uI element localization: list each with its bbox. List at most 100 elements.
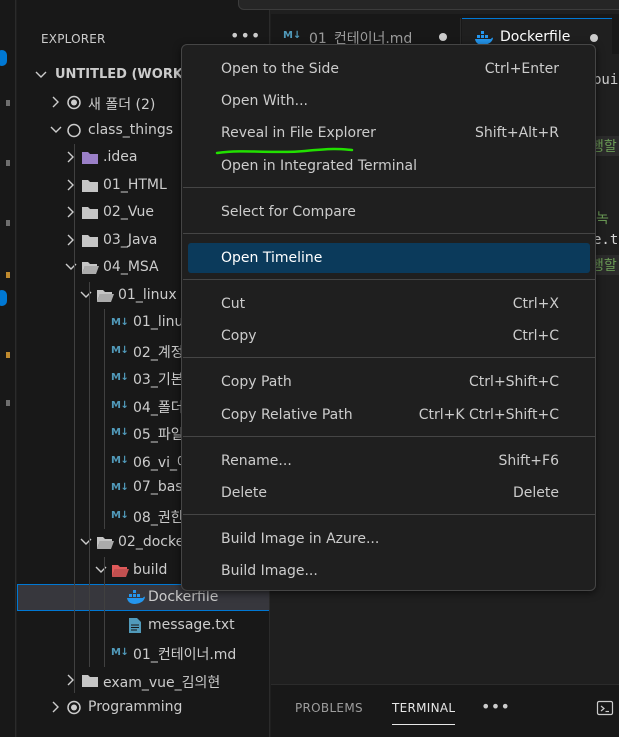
markdown-icon: M↓	[111, 345, 129, 356]
menu-item-label: Select for Compare	[221, 204, 356, 220]
notification-badge[interactable]	[0, 290, 7, 306]
menu-item-build-image-in-azure[interactable]: Build Image in Azure...	[188, 524, 590, 554]
notification-badge[interactable]	[0, 50, 7, 66]
indent-guide	[104, 557, 105, 667]
tree-item-label: 03_Java	[103, 232, 158, 248]
terminal-icon[interactable]	[596, 699, 614, 717]
menu-item-build-image[interactable]: Build Image...	[188, 556, 590, 586]
tree-item-label: 04_MSA	[103, 259, 159, 275]
menu-separator	[183, 279, 595, 280]
tree-folder-item[interactable]: Programming	[17, 694, 269, 721]
chevron-down-icon[interactable]	[95, 561, 107, 579]
chevron-right-icon[interactable]	[65, 671, 77, 689]
root-folder-icon	[66, 699, 84, 716]
chevron-right-icon[interactable]	[65, 176, 77, 194]
menu-item-label: Copy	[221, 328, 257, 344]
markdown-icon: M↓	[111, 647, 129, 658]
chevron-down-icon[interactable]	[65, 258, 77, 276]
menu-item-open-in-integrated-terminal[interactable]: Open in Integrated Terminal	[188, 151, 590, 181]
menu-item-copy-path[interactable]: Copy Path Ctrl+Shift+C	[188, 367, 590, 397]
tree-file-item[interactable]: M↓ 01_컨테이너.md	[17, 639, 269, 666]
code-fragment: e.t	[593, 232, 619, 248]
text-file-icon	[126, 617, 144, 634]
chevron-down-icon[interactable]	[50, 121, 62, 139]
folder-icon	[81, 204, 99, 221]
activity-icon-fragment[interactable]	[6, 272, 10, 278]
chevron-right-icon[interactable]	[65, 148, 77, 166]
menu-item-shortcut: Ctrl+Enter	[484, 61, 559, 77]
activity-icon-fragment[interactable]	[6, 160, 10, 166]
tree-item-label: Dockerfile	[148, 589, 219, 605]
menu-item-shortcut: Ctrl+X	[512, 296, 559, 312]
activity-icon-fragment[interactable]	[6, 100, 10, 106]
markdown-icon: M↓	[283, 30, 302, 41]
panel-more-actions[interactable]: •••	[481, 697, 510, 716]
activity-icon-fragment[interactable]	[6, 220, 10, 226]
markdown-icon: M↓	[111, 455, 129, 466]
tab-terminal[interactable]: TERMINAL	[392, 701, 456, 725]
markdown-icon: M↓	[111, 482, 129, 493]
menu-item-shortcut: Delete	[513, 485, 559, 501]
command-center[interactable]	[238, 0, 619, 10]
tree-item-label: 01_컨테이너.md	[133, 647, 237, 663]
menu-separator	[183, 514, 595, 515]
unsaved-dot-icon[interactable]	[590, 34, 598, 42]
activity-bar	[0, 0, 16, 737]
menu-item-label: Open With...	[221, 93, 308, 109]
menu-separator	[183, 436, 595, 437]
menu-separator	[183, 187, 595, 188]
menu-separator	[183, 233, 595, 234]
unsaved-dot-icon[interactable]	[439, 33, 447, 41]
root-folder-icon	[66, 94, 84, 111]
root-folder-icon	[66, 122, 84, 139]
docker-icon	[126, 589, 145, 606]
chevron-right-icon[interactable]	[65, 231, 77, 249]
menu-item-label: Cut	[221, 296, 246, 312]
chevron-right-icon[interactable]	[65, 203, 77, 221]
tree-item-label: 02_Vue	[103, 204, 154, 220]
activity-icon-fragment[interactable]	[6, 352, 10, 358]
menu-item-label: Open to the Side	[221, 61, 340, 77]
markdown-icon: M↓	[111, 400, 129, 411]
folder-icon	[81, 149, 99, 166]
menu-separator	[183, 357, 595, 358]
tree-item-label: message.txt	[148, 617, 235, 633]
tree-item-label: class_things	[88, 122, 174, 138]
chevron-down-icon[interactable]	[80, 533, 92, 551]
markdown-icon: M↓	[111, 372, 129, 383]
chevron-right-icon[interactable]	[50, 93, 62, 111]
indent-guide	[74, 144, 75, 693]
tree-item-label: exam_vue_김의현	[103, 675, 221, 691]
tree-file-item[interactable]: message.txt	[17, 612, 269, 639]
menu-item-reveal-in-file-explorer[interactable]: Reveal in File Explorer Shift+Alt+R	[188, 118, 590, 148]
code-fragment: buil	[593, 72, 619, 88]
tree-folder-item[interactable]: exam_vue_김의현	[17, 667, 269, 694]
menu-item-cut[interactable]: Cut Ctrl+X	[188, 289, 590, 319]
folder-icon	[81, 232, 99, 249]
indent-guide	[104, 309, 105, 529]
menu-item-label: Build Image in Azure...	[221, 531, 380, 547]
menu-item-label: Copy Relative Path	[221, 407, 353, 423]
menu-item-select-for-compare[interactable]: Select for Compare	[188, 197, 590, 227]
menu-item-open-timeline[interactable]: Open Timeline	[188, 243, 590, 273]
build-folder-icon	[111, 562, 129, 579]
menu-item-delete[interactable]: Delete Delete	[188, 478, 590, 508]
markdown-icon: M↓	[111, 317, 129, 328]
chevron-down-icon[interactable]	[35, 66, 47, 84]
markdown-icon: M↓	[111, 510, 129, 521]
menu-item-rename[interactable]: Rename... Shift+F6	[188, 446, 590, 476]
menu-item-open-with[interactable]: Open With...	[188, 86, 590, 116]
menu-item-copy-relative-path[interactable]: Copy Relative Path Ctrl+K Ctrl+Shift+C	[188, 400, 590, 430]
chevron-down-icon[interactable]	[80, 286, 92, 304]
activity-icon-fragment[interactable]	[6, 400, 10, 406]
tree-item-label: build	[133, 562, 168, 578]
chevron-right-icon[interactable]	[50, 698, 62, 716]
explorer-more-actions[interactable]: •••	[230, 26, 261, 45]
tree-item-label: .idea	[103, 149, 138, 165]
tab-problems[interactable]: PROBLEMS	[295, 701, 363, 715]
menu-item-copy[interactable]: Copy Ctrl+C	[188, 321, 590, 351]
menu-item-shortcut: Shift+Alt+R	[475, 125, 559, 141]
context-menu: Open to the Side Ctrl+Enter Open With... Re…	[181, 44, 596, 591]
menu-item-label: Reveal in File Explorer	[221, 125, 376, 141]
menu-item-open-to-the-side[interactable]: Open to the Side Ctrl+Enter	[188, 54, 590, 84]
